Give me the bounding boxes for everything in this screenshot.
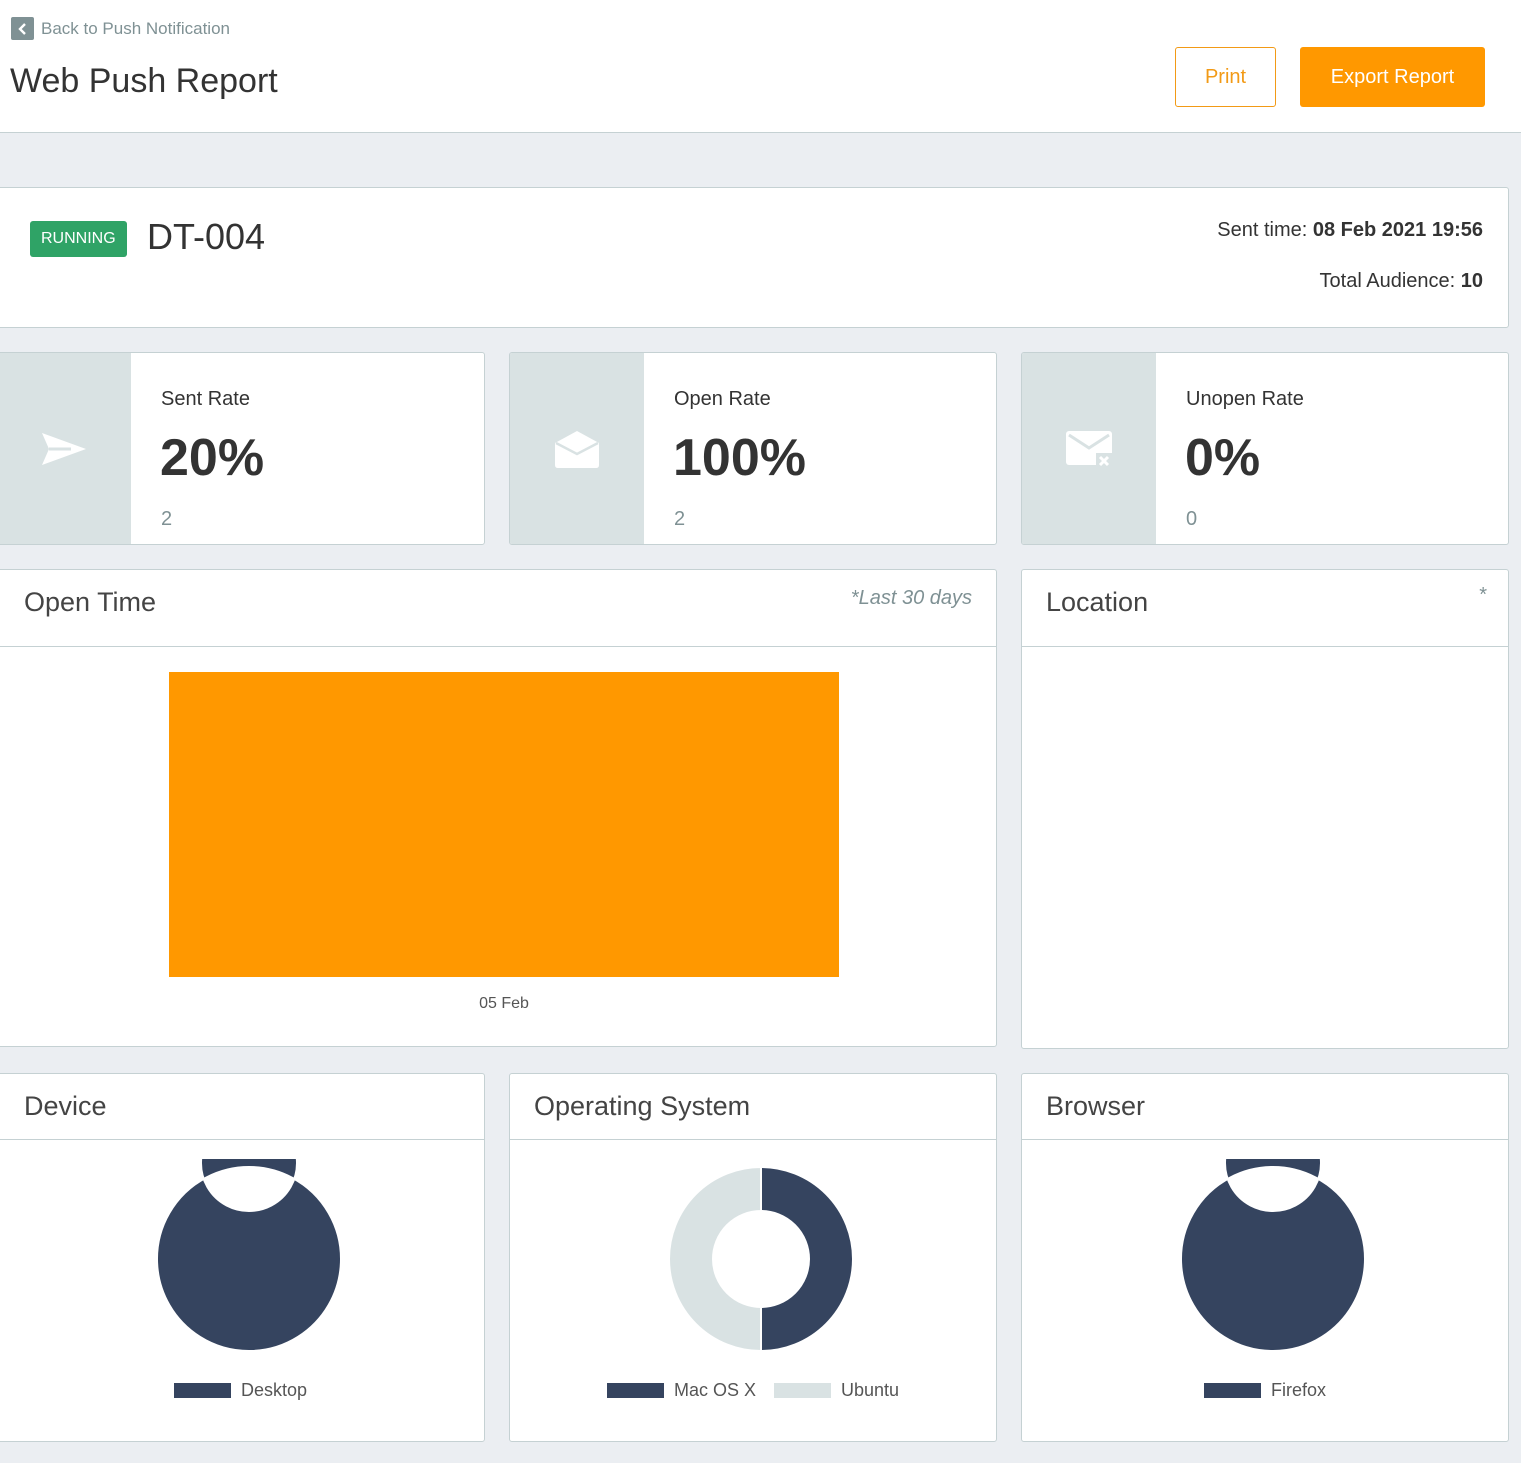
sent-time-label: Sent time: [1217, 219, 1313, 241]
panel-header: Device [0, 1074, 484, 1140]
page-header: Back to Push Notification Web Push Repor… [0, 0, 1521, 133]
stat-card-sent-rate: Sent Rate 20% 2 [0, 352, 485, 545]
operating-system-panel: Operating System Mac OS X Ubuntu [509, 1073, 997, 1442]
panel-note: * [1479, 584, 1487, 606]
donut-slice[interactable] [156, 1159, 342, 1352]
panel-title: Location [1046, 587, 1149, 617]
stat-count: 2 [674, 508, 686, 530]
legend-label: Mac OS X [673, 1380, 756, 1400]
stat-value: 100% [673, 429, 806, 487]
stat-card-open-rate: Open Rate 100% 2 [509, 352, 997, 545]
send-icon [0, 353, 131, 544]
campaign-name: DT-004 [147, 216, 266, 257]
browser-panel: Browser Firefox [1021, 1073, 1509, 1442]
panel-header: Operating System [510, 1074, 996, 1140]
legend-label: Ubuntu [840, 1380, 900, 1400]
stat-label: Sent Rate [161, 388, 250, 410]
stat-label: Open Rate [674, 388, 771, 410]
sent-time-value: 08 Feb 2021 19:56 [1312, 219, 1483, 241]
stat-value: 0% [1185, 429, 1261, 487]
stat-count: 2 [161, 508, 173, 530]
chart-legend: Desktop [0, 1380, 484, 1401]
location-panel: Location * [1021, 569, 1509, 1049]
legend-item[interactable]: Firefox [1203, 1380, 1326, 1401]
legend-item[interactable]: Desktop [173, 1380, 308, 1401]
campaign-summary-card: RUNNING DT-004 Sent time: 08 Feb 2021 19… [0, 187, 1509, 328]
x-tick-label: 05 Feb [479, 995, 529, 1012]
chevron-left-icon [11, 17, 34, 40]
chart-legend: Mac OS X Ubuntu [510, 1380, 996, 1401]
panel-title: Open Time [24, 587, 157, 617]
legend-swatch [606, 1383, 664, 1398]
device-panel: Device Desktop [0, 1073, 485, 1442]
panel-header: Location * [1022, 570, 1508, 647]
legend-swatch [173, 1383, 231, 1398]
donut-slice[interactable] [668, 1165, 762, 1353]
export-report-button[interactable]: Export Report [1300, 47, 1485, 107]
print-button[interactable]: Print [1175, 47, 1276, 107]
sent-time: Sent time: 08 Feb 2021 19:56 [1217, 219, 1483, 242]
page-title: Web Push Report [10, 62, 278, 100]
legend-item[interactable]: Ubuntu [773, 1380, 900, 1401]
back-link[interactable]: Back to Push Notification [11, 17, 230, 40]
panel-note: *Last 30 days [850, 587, 972, 609]
envelope-x-icon [1022, 353, 1156, 544]
legend-label: Firefox [1270, 1380, 1326, 1400]
donut-slice[interactable] [760, 1165, 854, 1353]
bar[interactable] [169, 672, 839, 977]
legend-label: Desktop [240, 1380, 308, 1400]
chart-legend: Firefox [1022, 1380, 1508, 1401]
stat-value: 20% [160, 429, 265, 487]
total-audience-value: 10 [1460, 270, 1483, 292]
stat-count: 0 [1186, 508, 1198, 530]
panel-header: Browser [1022, 1074, 1508, 1140]
legend-swatch [773, 1383, 831, 1398]
panel-title: Browser [1046, 1091, 1146, 1121]
panel-title: Operating System [534, 1091, 751, 1121]
device-donut-chart [156, 1159, 342, 1352]
stat-label: Unopen Rate [1186, 388, 1304, 410]
open-time-chart: 05 Feb [169, 672, 839, 1012]
stat-card-unopen-rate: Unopen Rate 0% 0 [1021, 352, 1509, 545]
status-badge: RUNNING [30, 221, 127, 257]
envelope-open-icon [510, 353, 644, 544]
panel-title: Device [24, 1091, 107, 1121]
back-link-label: Back to Push Notification [41, 18, 230, 38]
browser-donut-chart [1180, 1159, 1366, 1352]
panel-header: Open Time *Last 30 days [0, 570, 996, 647]
donut-slice[interactable] [1180, 1159, 1366, 1352]
legend-swatch [1203, 1383, 1261, 1398]
os-donut-chart [668, 1165, 854, 1353]
total-audience-label: Total Audience: [1319, 270, 1461, 292]
legend-item[interactable]: Mac OS X [606, 1380, 756, 1401]
total-audience: Total Audience: 10 [1320, 270, 1483, 293]
open-time-panel: Open Time *Last 30 days 05 Feb [0, 569, 997, 1047]
